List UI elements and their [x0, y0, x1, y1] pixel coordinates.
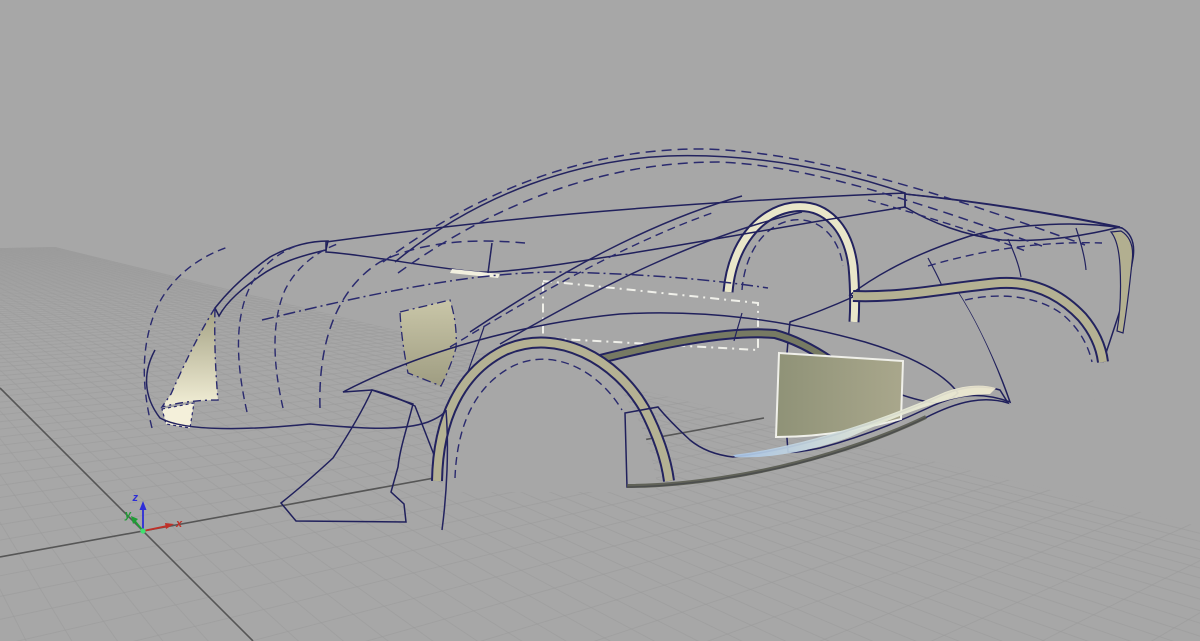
z-axis-label: z: [132, 492, 139, 504]
origin-point: [140, 528, 145, 533]
viewport-canvas[interactable]: z y x: [0, 0, 1200, 641]
y-axis-label: y: [124, 509, 132, 521]
viewport[interactable]: z y x: [0, 0, 1200, 641]
x-axis-label: x: [175, 518, 183, 530]
